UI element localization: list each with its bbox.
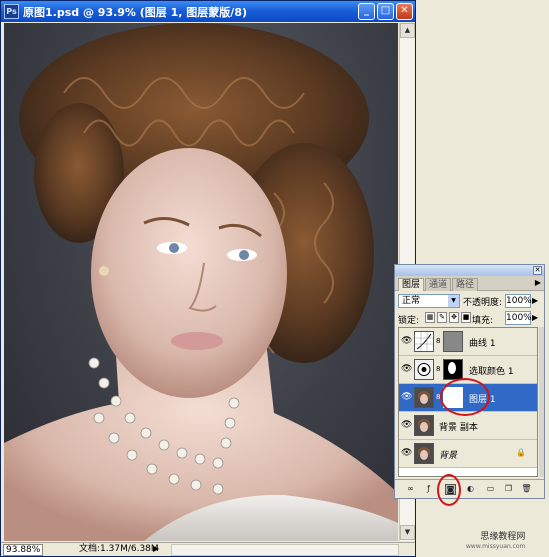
layer-name: 背景 副本	[439, 423, 478, 433]
lock-all-icon[interactable]: ■	[461, 312, 471, 323]
watermark: 思缘教程网 www.missyuan.com	[466, 532, 525, 552]
document-info: 文档:1.37M/6.38M	[79, 544, 159, 554]
layer-mask-thumbnail[interactable]	[443, 331, 463, 352]
portrait-thumbnail	[414, 443, 434, 464]
annotation-circle-add-mask	[437, 474, 461, 506]
status-bar: 93.88% 文档:1.37M/6.38M ▶	[1, 542, 415, 556]
new-group-icon[interactable]: ▭	[485, 484, 496, 495]
new-layer-icon[interactable]: ❐	[503, 484, 514, 495]
close-button[interactable]: ✕	[396, 3, 413, 20]
layer-list-scrollbar[interactable]	[539, 327, 544, 477]
panel-menu-arrow-icon[interactable]: ▶	[535, 278, 541, 287]
portrait-thumbnail	[414, 387, 434, 408]
visibility-eye-icon[interactable]: 👁	[401, 336, 412, 346]
tab-paths[interactable]: 路径	[452, 278, 479, 291]
visibility-eye-icon[interactable]: 👁	[401, 364, 412, 374]
layer-row-curves[interactable]: 👁 8 曲线 1	[399, 328, 537, 356]
document-title: 原图1.psd @ 93.9% (图层 1, 图层蒙版/8)	[23, 6, 247, 19]
selective-color-adjustment-icon	[414, 359, 434, 380]
doc-info-menu-arrow-icon[interactable]: ▶	[153, 544, 159, 553]
layer-name: 曲线 1	[469, 339, 496, 349]
blend-mode-select[interactable]: 正常 ▼	[398, 294, 460, 308]
layer-style-icon[interactable]: ƒ	[423, 484, 434, 495]
portrait-thumbnail	[414, 415, 434, 436]
opacity-field[interactable]: 100%	[505, 294, 532, 308]
lock-position-icon[interactable]: ✥	[449, 312, 459, 323]
watermark-line2: www.missyuan.com	[466, 543, 526, 550]
panel-close-icon[interactable]: ✕	[533, 266, 542, 275]
lock-image-icon[interactable]: ✎	[437, 312, 447, 323]
layer-name: 背景	[439, 451, 458, 461]
link-layers-icon[interactable]: ∞	[405, 484, 416, 495]
watermark-line1: 思缘教程网	[480, 532, 526, 542]
fill-field[interactable]: 100%	[505, 311, 532, 325]
visibility-eye-icon[interactable]: 👁	[401, 420, 412, 430]
mask-link-icon[interactable]: 8	[436, 365, 440, 373]
portrait-photo	[4, 23, 398, 541]
opacity-label: 不透明度:	[463, 298, 503, 308]
curves-adjustment-icon	[414, 331, 434, 352]
document-window: Ps 原图1.psd @ 93.9% (图层 1, 图层蒙版/8) _ □ ✕	[0, 0, 416, 557]
opacity-slider-arrow-icon[interactable]: ▶	[532, 296, 538, 305]
maximize-button[interactable]: □	[377, 3, 394, 20]
zoom-field[interactable]: 93.88%	[3, 544, 43, 556]
image-canvas[interactable]	[4, 23, 398, 541]
tab-channels[interactable]: 通道	[425, 278, 452, 291]
panel-footer: ∞ ƒ ◙ ◐ ▭ ❐ 🗑	[395, 479, 544, 498]
layer-row-background[interactable]: 👁 背景 🔒	[399, 440, 537, 468]
dropdown-arrow-icon[interactable]: ▼	[448, 295, 459, 307]
lock-transparency-icon[interactable]: ▦	[425, 312, 435, 323]
panel-tabs: 图层 通道 路径 ▶	[395, 276, 544, 291]
scroll-up-arrow-icon[interactable]: ▲	[400, 23, 415, 38]
adjustment-layer-icon[interactable]: ◐	[465, 484, 476, 495]
blend-mode-value: 正常	[402, 296, 421, 306]
mask-link-icon[interactable]: 8	[436, 337, 440, 345]
fill-label: 填充:	[472, 316, 494, 326]
delete-layer-icon[interactable]: 🗑	[521, 484, 532, 495]
tab-layers[interactable]: 图层	[398, 278, 425, 291]
panel-titlebar[interactable]: ✕	[395, 265, 544, 276]
layer-mask-thumbnail[interactable]	[443, 359, 463, 380]
fill-slider-arrow-icon[interactable]: ▶	[532, 313, 538, 322]
layer-name: 选取颜色 1	[469, 367, 514, 377]
layer-lock-icon: 🔒	[516, 448, 526, 457]
horizontal-scrollbar[interactable]	[171, 544, 399, 556]
annotation-circle-mask	[440, 378, 490, 416]
photoshop-doc-icon: Ps	[4, 4, 19, 19]
lock-label: 锁定:	[398, 316, 420, 326]
visibility-eye-icon[interactable]: 👁	[401, 392, 412, 402]
document-titlebar[interactable]: Ps 原图1.psd @ 93.9% (图层 1, 图层蒙版/8) _ □ ✕	[1, 1, 415, 22]
scroll-down-arrow-icon[interactable]: ▼	[400, 525, 415, 540]
visibility-eye-icon[interactable]: 👁	[401, 448, 412, 458]
layer-row-background-copy[interactable]: 👁 背景 副本	[399, 412, 537, 440]
minimize-button[interactable]: _	[358, 3, 375, 20]
